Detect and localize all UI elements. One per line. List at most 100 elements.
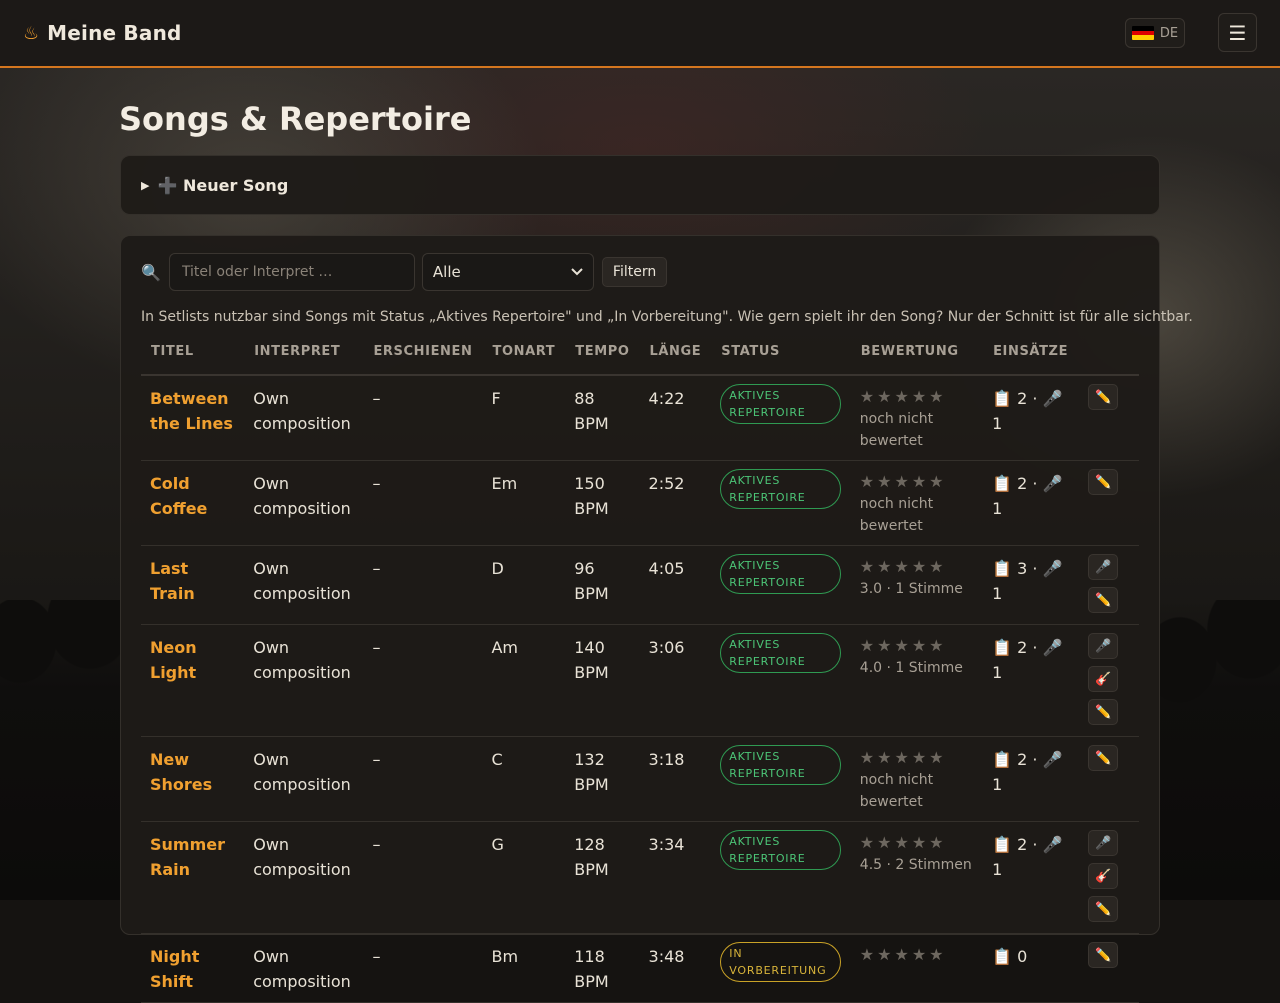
songs-table: TITEL INTERPRET ERSCHIENEN TONART TEMPO … <box>141 344 1139 1003</box>
song-released: – <box>363 736 483 822</box>
page-title: Songs & Repertoire <box>119 100 472 138</box>
song-length: 4:22 <box>639 375 712 461</box>
col-usage[interactable]: EINSÄTZE <box>983 344 1079 376</box>
rating-stars[interactable]: ★★★★★ <box>860 635 974 657</box>
col-title[interactable]: TITEL <box>141 344 245 376</box>
row-actions: ✏️ <box>1078 933 1139 1003</box>
song-usage: 📋 2 · 🎤 1 <box>983 460 1079 546</box>
edit-icon: ✏️ <box>1094 592 1112 608</box>
guitar-icon: 🎸 <box>1094 671 1112 687</box>
song-artist: Own composition <box>244 736 364 822</box>
microphone-icon: 🎤 <box>1094 559 1112 575</box>
song-status-cell: AKTIVES REPERTOIRE <box>711 460 851 546</box>
song-released: – <box>363 375 483 461</box>
song-usage: 📋 2 · 🎤 1 <box>983 375 1079 461</box>
edit-button[interactable]: ✏️ <box>1088 469 1119 495</box>
song-usage: 📋 2 · 🎤 1 <box>983 736 1079 822</box>
song-title-link[interactable]: Cold Coffee <box>141 460 245 546</box>
song-rating-cell: ★★★★★ noch nicht bewertet <box>850 460 984 546</box>
song-artist: Own composition <box>244 933 364 1003</box>
col-length[interactable]: LÄNGE <box>639 344 712 376</box>
song-length: 3:34 <box>639 821 712 934</box>
vocals-button[interactable]: 🎤 <box>1088 830 1119 856</box>
song-length: 3:18 <box>639 736 712 822</box>
song-usage: 📋 0 <box>983 933 1079 1003</box>
song-tempo: 140 BPM <box>565 624 640 737</box>
rating-stars[interactable]: ★★★★★ <box>860 386 974 408</box>
rating-text: 4.5 · 2 Stimmen <box>859 857 972 873</box>
status-badge: IN VORBEREITUNG <box>720 942 842 982</box>
song-key: F <box>482 375 566 461</box>
song-title-link[interactable]: Neon Light <box>141 624 245 737</box>
top-bar: ♨ Meine Band DE ☰ <box>0 0 1280 68</box>
song-status-cell: IN VORBEREITUNG <box>711 933 851 1003</box>
song-key: Em <box>482 460 566 546</box>
status-badge: AKTIVES REPERTOIRE <box>720 554 842 594</box>
menu-button[interactable]: ☰ <box>1218 13 1257 52</box>
song-status-cell: AKTIVES REPERTOIRE <box>711 545 851 625</box>
table-row: Between the Lines Own composition – F 88 BPM… <box>141 375 1139 461</box>
song-tempo: 132 BPM <box>565 736 640 822</box>
col-status[interactable]: STATUS <box>711 344 851 376</box>
table-row: Summer Rain Own composition – G 128 BPM 3:34 A… <box>141 821 1139 934</box>
song-title-link[interactable]: Summer Rain <box>141 821 245 934</box>
table-header-row: TITEL INTERPRET ERSCHIENEN TONART TEMPO … <box>141 344 1139 376</box>
song-length: 3:48 <box>639 933 712 1003</box>
rating-stars[interactable]: ★★★★★ <box>860 556 974 578</box>
song-title-link[interactable]: New Shores <box>141 736 245 822</box>
song-artist: Own composition <box>244 624 364 737</box>
song-usage: 📋 2 · 🎤 1 <box>983 624 1079 737</box>
language-switcher[interactable]: DE <box>1125 18 1185 48</box>
song-length: 4:05 <box>639 545 712 625</box>
edit-button[interactable]: ✏️ <box>1088 942 1119 968</box>
rating-stars[interactable]: ★★★★★ <box>860 471 974 493</box>
song-key: C <box>482 736 566 822</box>
song-released: – <box>363 933 483 1003</box>
filter-button[interactable]: Filtern <box>601 257 668 287</box>
edit-icon: ✏️ <box>1094 750 1112 766</box>
edit-button[interactable]: ✏️ <box>1088 699 1119 725</box>
row-actions: 🎤 🎸 ✏️ <box>1078 624 1139 737</box>
song-title-link[interactable]: Last Train <box>141 545 245 625</box>
app-name: Meine Band <box>47 21 182 45</box>
new-song-label: ➕ Neuer Song <box>157 175 289 195</box>
edit-button[interactable]: ✏️ <box>1088 384 1119 410</box>
hamburger-icon: ☰ <box>1228 20 1247 45</box>
status-select-value: Alle <box>432 263 461 281</box>
rating-stars[interactable]: ★★★★★ <box>860 747 974 769</box>
col-released[interactable]: ERSCHIENEN <box>363 344 483 376</box>
song-length: 2:52 <box>639 460 712 546</box>
col-key[interactable]: TONART <box>482 344 566 376</box>
song-title-link[interactable]: Between the Lines <box>141 375 245 461</box>
song-title-link[interactable]: Night Shift <box>141 933 245 1003</box>
vocals-button[interactable]: 🎤 <box>1088 554 1119 580</box>
song-usage: 📋 2 · 🎤 1 <box>983 821 1079 934</box>
flame-icon: ♨ <box>23 22 40 44</box>
song-length: 3:06 <box>639 624 712 737</box>
row-actions: 🎤 ✏️ <box>1078 545 1139 625</box>
setlist-hint: In Setlists nutzbar sind Songs mit Statu… <box>141 309 1193 325</box>
new-song-toggle[interactable]: ▶ ➕ Neuer Song <box>120 155 1160 215</box>
brand[interactable]: ♨ Meine Band <box>23 21 182 45</box>
edit-button[interactable]: ✏️ <box>1088 587 1119 613</box>
vocals-button[interactable]: 🎤 <box>1088 633 1119 659</box>
song-key: G <box>482 821 566 934</box>
search-input[interactable] <box>168 253 415 291</box>
edit-icon: ✏️ <box>1094 947 1112 963</box>
col-artist[interactable]: INTERPRET <box>244 344 364 376</box>
edit-button[interactable]: ✏️ <box>1088 745 1119 771</box>
rating-stars[interactable]: ★★★★★ <box>860 944 974 966</box>
song-released: – <box>363 460 483 546</box>
col-rating[interactable]: BEWERTUNG <box>850 344 984 376</box>
microphone-icon: 🎤 <box>1094 835 1112 851</box>
song-status-cell: AKTIVES REPERTOIRE <box>711 736 851 822</box>
rating-stars[interactable]: ★★★★★ <box>860 832 974 854</box>
col-tempo[interactable]: TEMPO <box>565 344 640 376</box>
chevron-down-icon <box>571 268 583 276</box>
song-tempo: 150 BPM <box>565 460 640 546</box>
instrument-button[interactable]: 🎸 <box>1088 863 1119 889</box>
instrument-button[interactable]: 🎸 <box>1088 666 1119 692</box>
status-select[interactable]: Alle <box>421 253 594 291</box>
song-artist: Own composition <box>244 545 364 625</box>
song-rating-cell: ★★★★★ noch nicht bewertet <box>850 736 984 822</box>
